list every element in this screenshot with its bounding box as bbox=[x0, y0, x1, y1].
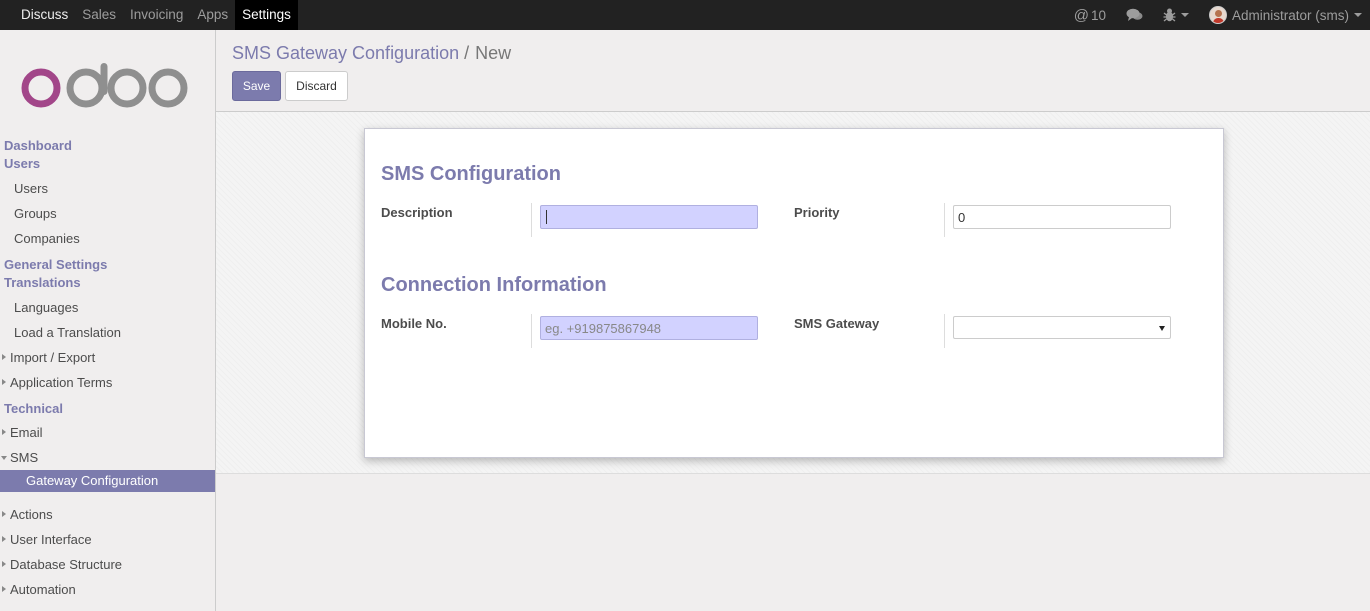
sidebar-item-languages[interactable]: Languages bbox=[0, 295, 215, 320]
caret-right-icon bbox=[2, 586, 6, 592]
priority-label: Priority bbox=[794, 205, 840, 220]
app-invoicing[interactable]: Invoicing bbox=[123, 0, 190, 30]
sidebar-item-groups[interactable]: Groups bbox=[0, 201, 215, 226]
sidebar-item-label: Application Terms bbox=[10, 375, 113, 390]
caret-right-icon bbox=[2, 354, 6, 360]
breadcrumb-parent-link[interactable]: SMS Gateway Configuration bbox=[232, 43, 459, 63]
sidebar-menu: Dashboard Users Users Groups Companies G… bbox=[0, 137, 215, 602]
priority-input[interactable] bbox=[953, 205, 1171, 229]
app-menu: Discuss Sales Invoicing Apps Settings bbox=[14, 0, 298, 30]
caret-right-icon bbox=[2, 429, 6, 435]
sidebar-item-general-settings[interactable]: General Settings bbox=[0, 256, 215, 274]
chevron-down-icon bbox=[1354, 13, 1362, 17]
description-label: Description bbox=[381, 205, 453, 220]
sidebar-item-label: Import / Export bbox=[10, 350, 96, 365]
save-button[interactable]: Save bbox=[232, 71, 281, 101]
form-sheet: SMS Configuration Description Priority C… bbox=[364, 128, 1224, 458]
caret-right-icon bbox=[2, 561, 6, 567]
systray: @ 10 Administrator (sms) bbox=[1064, 0, 1370, 30]
breadcrumb-current: New bbox=[475, 43, 512, 63]
divider bbox=[531, 203, 532, 237]
content-background bbox=[216, 475, 1370, 611]
caret-right-icon bbox=[2, 536, 6, 542]
sidebar-item-users[interactable]: Users bbox=[0, 176, 215, 201]
sidebar-item-companies[interactable]: Companies bbox=[0, 226, 215, 251]
chat-bubbles-icon bbox=[1126, 8, 1143, 21]
app-settings[interactable]: Settings bbox=[235, 0, 298, 30]
section-title-connection-information: Connection Information bbox=[381, 274, 607, 296]
sms-gateway-label: SMS Gateway bbox=[794, 316, 880, 331]
sms-gateway-select[interactable] bbox=[953, 316, 1171, 339]
sidebar-item-dashboard[interactable]: Dashboard bbox=[0, 137, 215, 155]
avatar bbox=[1208, 6, 1227, 24]
chat-button[interactable] bbox=[1116, 0, 1153, 30]
sidebar-item-database-structure[interactable]: Database Structure bbox=[0, 552, 215, 577]
sidebar-item-label: Actions bbox=[10, 507, 53, 522]
debug-menu-button[interactable] bbox=[1153, 0, 1199, 30]
caret-down-icon bbox=[1, 456, 7, 460]
sidebar-item-email[interactable]: Email bbox=[0, 420, 215, 445]
mobile-label: Mobile No. bbox=[381, 316, 447, 331]
sidebar-header-technical[interactable]: Technical bbox=[0, 400, 215, 418]
text-cursor bbox=[546, 210, 547, 224]
sidebar: Dashboard Users Users Groups Companies G… bbox=[0, 30, 216, 611]
sidebar-item-user-interface[interactable]: User Interface bbox=[0, 527, 215, 552]
form-view: SMS Configuration Description Priority C… bbox=[216, 112, 1370, 474]
user-name: Administrator (sms) bbox=[1231, 7, 1349, 23]
caret-right-icon bbox=[2, 379, 6, 385]
at-icon: @ bbox=[1073, 6, 1089, 24]
divider bbox=[944, 203, 945, 237]
sidebar-item-application-terms[interactable]: Application Terms bbox=[0, 370, 215, 395]
sidebar-item-label: SMS bbox=[10, 450, 39, 465]
sidebar-item-label: Automation bbox=[10, 582, 76, 597]
mentions-button[interactable]: @ 10 bbox=[1064, 0, 1116, 30]
mobile-input[interactable] bbox=[540, 316, 758, 340]
user-menu[interactable]: Administrator (sms) bbox=[1199, 0, 1370, 30]
caret-right-icon bbox=[2, 511, 6, 517]
sidebar-item-actions[interactable]: Actions bbox=[0, 502, 215, 527]
divider bbox=[944, 314, 945, 348]
discard-button[interactable]: Discard bbox=[285, 71, 348, 101]
odoo-logo bbox=[21, 63, 188, 108]
app-sales[interactable]: Sales bbox=[75, 0, 123, 30]
sidebar-item-load-translation[interactable]: Load a Translation bbox=[0, 320, 215, 345]
section-title-sms-configuration: SMS Configuration bbox=[381, 163, 561, 185]
chevron-down-icon bbox=[1180, 13, 1189, 17]
sidebar-item-label: Database Structure bbox=[10, 557, 123, 572]
divider bbox=[531, 314, 532, 348]
bug-icon bbox=[1163, 8, 1176, 22]
top-navbar: Discuss Sales Invoicing Apps Settings @ … bbox=[0, 0, 1370, 30]
sidebar-item-label: User Interface bbox=[10, 532, 92, 547]
app-discuss[interactable]: Discuss bbox=[14, 0, 75, 30]
app-apps[interactable]: Apps bbox=[190, 0, 235, 30]
mentions-count: 10 bbox=[1090, 7, 1106, 23]
sidebar-header-translations[interactable]: Translations bbox=[0, 274, 215, 292]
sidebar-item-label: Email bbox=[10, 425, 43, 440]
breadcrumb-separator: / bbox=[464, 43, 470, 63]
breadcrumb: SMS Gateway Configuration / New bbox=[232, 43, 511, 64]
control-panel: SMS Gateway Configuration / New Save Disca… bbox=[216, 30, 1370, 112]
sidebar-item-gateway-configuration[interactable]: Gateway Configuration bbox=[0, 470, 215, 492]
description-input[interactable] bbox=[540, 205, 758, 229]
sidebar-item-import-export[interactable]: Import / Export bbox=[0, 345, 215, 370]
sidebar-item-sms[interactable]: SMS bbox=[0, 445, 215, 470]
dropdown-arrow-icon bbox=[1159, 326, 1165, 331]
sidebar-item-automation[interactable]: Automation bbox=[0, 577, 215, 602]
sidebar-header-users[interactable]: Users bbox=[0, 155, 215, 173]
